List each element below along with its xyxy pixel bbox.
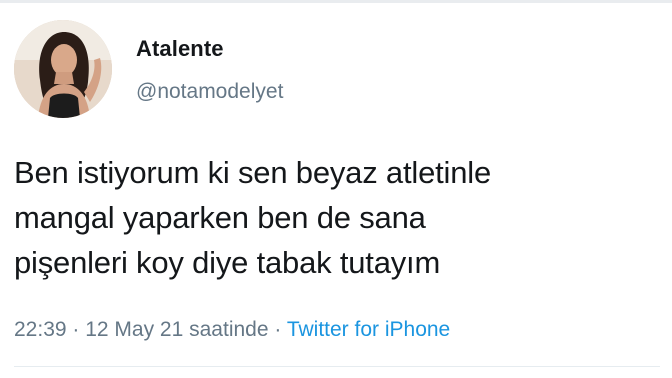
display-name[interactable]: Atalente: [136, 36, 224, 62]
bottom-divider: [14, 366, 660, 367]
user-handle[interactable]: @notamodelyet: [136, 80, 283, 104]
top-divider: [0, 0, 672, 3]
tweet-text-line: Ben istiyorum ki sen beyaz atletinle: [14, 155, 491, 190]
tweet-time[interactable]: 22:39: [14, 318, 67, 341]
profile-photo-icon: [14, 20, 112, 118]
tweet-meta: 22:39 · 12 May 21 saatinde · Twitter for…: [14, 318, 450, 342]
meta-separator: ·: [268, 318, 287, 341]
tweet-date[interactable]: 12 May 21 saatinde: [85, 318, 268, 341]
tweet-text: Ben istiyorum ki sen beyaz atletinle man…: [14, 150, 664, 285]
avatar[interactable]: [14, 20, 112, 118]
tweet-card: Atalente @notamodelyet Ben istiyorum ki …: [0, 0, 672, 378]
tweet-text-line: pişenleri koy diye tabak tutayım: [14, 245, 441, 280]
tweet-text-line: mangal yaparken ben de sana: [14, 200, 426, 235]
tweet-source-link[interactable]: Twitter for iPhone: [287, 318, 450, 341]
meta-separator: ·: [66, 318, 86, 341]
